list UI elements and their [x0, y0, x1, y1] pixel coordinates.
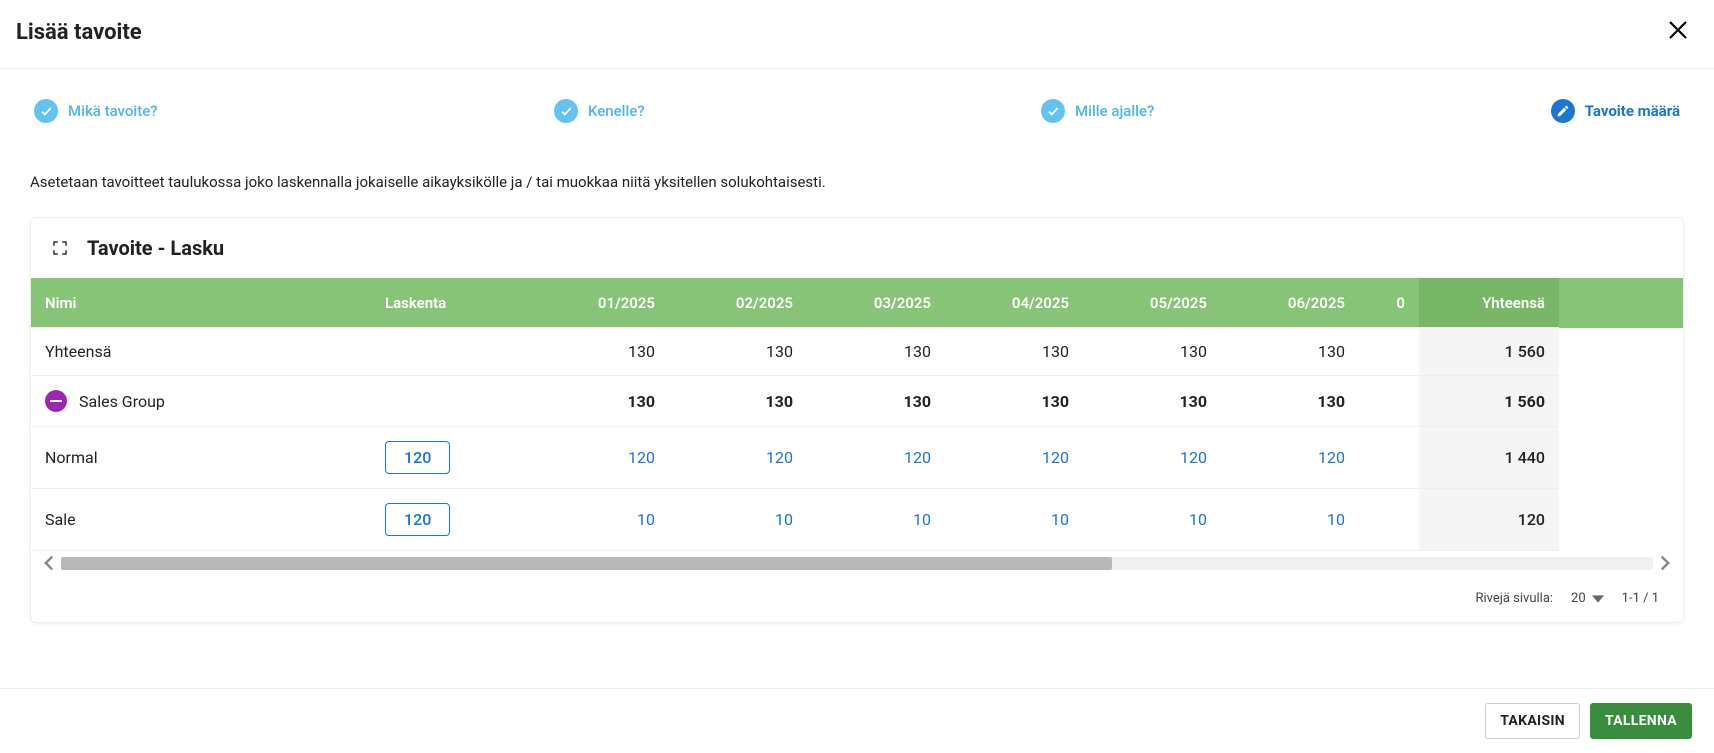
table-pager: Rivejä sivulla: 20 1-1 / 1	[31, 575, 1683, 622]
step-time-range[interactable]: Mille ajalle?	[1041, 99, 1154, 123]
rows-per-page-value: 20	[1571, 591, 1586, 606]
goal-table-card: Tavoite - Lasku Nimi Laskenta 01/2025 02…	[30, 217, 1684, 623]
step-goal-amount[interactable]: Tavoite määrä	[1551, 99, 1680, 123]
cell-m6[interactable]: 120	[1221, 427, 1359, 489]
cell-m2[interactable]: 10	[669, 489, 807, 551]
page-title: Lisää tavoite	[16, 20, 142, 45]
back-button[interactable]: TAKAISIN	[1485, 703, 1580, 739]
cell-name: Normal	[31, 427, 371, 489]
cell-m1[interactable]: 10	[531, 489, 669, 551]
chevron-down-icon	[1592, 593, 1604, 605]
step-label: Kenelle?	[588, 102, 645, 120]
col-month-2[interactable]: 02/2025	[669, 278, 807, 328]
cell-m3: 130	[807, 328, 945, 376]
cell-m2: 130	[669, 376, 807, 427]
col-month-6[interactable]: 06/2025	[1221, 278, 1359, 328]
cell-name: Sale	[31, 489, 371, 551]
calc-input[interactable]: 120	[385, 503, 450, 536]
scroll-track[interactable]	[61, 557, 1653, 570]
cell-total: 1 440	[1419, 427, 1559, 489]
cell-m5[interactable]: 120	[1083, 427, 1221, 489]
cell-calc	[371, 328, 531, 376]
cell-m4[interactable]: 10	[945, 489, 1083, 551]
chevron-left-icon	[41, 555, 57, 571]
cell-m3[interactable]: 10	[807, 489, 945, 551]
minus-icon	[50, 400, 62, 402]
chevron-right-icon	[1657, 555, 1673, 571]
cell-m2[interactable]: 120	[669, 427, 807, 489]
cell-calc: 120	[371, 427, 531, 489]
cell-calc	[371, 376, 531, 427]
col-month-7-cut[interactable]: 0	[1359, 278, 1419, 328]
cell-m1: 130	[531, 328, 669, 376]
fullscreen-icon	[51, 239, 69, 257]
cell-m4: 130	[945, 328, 1083, 376]
cell-m5: 130	[1083, 376, 1221, 427]
pencil-icon	[1556, 104, 1570, 118]
cell-total: 1 560	[1419, 328, 1559, 376]
cell-m4: 130	[945, 376, 1083, 427]
col-month-3[interactable]: 03/2025	[807, 278, 945, 328]
close-icon	[1666, 18, 1690, 42]
step-label: Mikä tavoite?	[68, 102, 158, 120]
col-name[interactable]: Nimi	[31, 278, 371, 328]
page-range: 1-1 / 1	[1622, 591, 1659, 606]
table-row-total: Yhteensä 130 130 130 130 130 130 1 560	[31, 328, 1683, 376]
cell-name: Yhteensä	[31, 328, 371, 376]
table-row-normal: Normal 120 120 120 120 120 120 120 1 440	[31, 427, 1683, 489]
scroll-right-button[interactable]	[1657, 555, 1673, 571]
rows-per-page-select[interactable]: 20	[1571, 591, 1604, 606]
col-month-5[interactable]: 05/2025	[1083, 278, 1221, 328]
card-title: Tavoite - Lasku	[87, 236, 224, 260]
cell-total: 1 560	[1419, 376, 1559, 427]
check-icon	[559, 104, 573, 118]
step-label: Mille ajalle?	[1075, 102, 1154, 120]
col-month-1[interactable]: 01/2025	[531, 278, 669, 328]
step-what-goal[interactable]: Mikä tavoite?	[34, 99, 158, 123]
fullscreen-button[interactable]	[51, 239, 69, 257]
cell-m4[interactable]: 120	[945, 427, 1083, 489]
step-for-whom[interactable]: Kenelle?	[554, 99, 645, 123]
stepper: Mikä tavoite? Kenelle? Mille ajalle? Tav…	[30, 99, 1684, 123]
col-total[interactable]: Yhteensä	[1419, 278, 1559, 328]
scroll-thumb[interactable]	[61, 557, 1112, 570]
cell-m6[interactable]: 10	[1221, 489, 1359, 551]
description-text: Asetetaan tavoitteet taulukossa joko las…	[30, 173, 1684, 191]
cell-m7cut	[1359, 376, 1419, 427]
cell-m7cut	[1359, 427, 1419, 489]
table-row-group: Sales Group 130 130 130 130 130 130 1 56…	[31, 376, 1683, 427]
table-header-row: Nimi Laskenta 01/2025 02/2025 03/2025 04…	[31, 278, 1683, 328]
cell-m2: 130	[669, 328, 807, 376]
cell-name: Sales Group	[31, 376, 371, 427]
horizontal-scrollbar	[31, 551, 1683, 575]
cell-m7cut	[1359, 328, 1419, 376]
step-label: Tavoite määrä	[1585, 102, 1680, 120]
cell-m3: 130	[807, 376, 945, 427]
group-name: Sales Group	[79, 392, 165, 411]
cell-m6: 130	[1221, 328, 1359, 376]
cell-calc: 120	[371, 489, 531, 551]
cell-m1[interactable]: 120	[531, 427, 669, 489]
scroll-left-button[interactable]	[41, 555, 57, 571]
cell-m5[interactable]: 10	[1083, 489, 1221, 551]
col-month-4[interactable]: 04/2025	[945, 278, 1083, 328]
cell-total: 120	[1419, 489, 1559, 551]
close-button[interactable]	[1666, 18, 1690, 46]
collapse-button[interactable]	[45, 390, 67, 412]
cell-m1: 130	[531, 376, 669, 427]
check-icon	[1046, 104, 1060, 118]
cell-m7cut	[1359, 489, 1419, 551]
dialog-footer: TAKAISIN TALLENNA	[0, 688, 1714, 753]
cell-m3[interactable]: 120	[807, 427, 945, 489]
cell-m6: 130	[1221, 376, 1359, 427]
check-icon	[39, 104, 53, 118]
col-calc[interactable]: Laskenta	[371, 278, 531, 328]
table-row-sale: Sale 120 10 10 10 10 10 10 120	[31, 489, 1683, 551]
save-button[interactable]: TALLENNA	[1590, 703, 1692, 739]
cell-m5: 130	[1083, 328, 1221, 376]
calc-input[interactable]: 120	[385, 441, 450, 474]
rows-per-page-label: Rivejä sivulla:	[1475, 591, 1553, 606]
